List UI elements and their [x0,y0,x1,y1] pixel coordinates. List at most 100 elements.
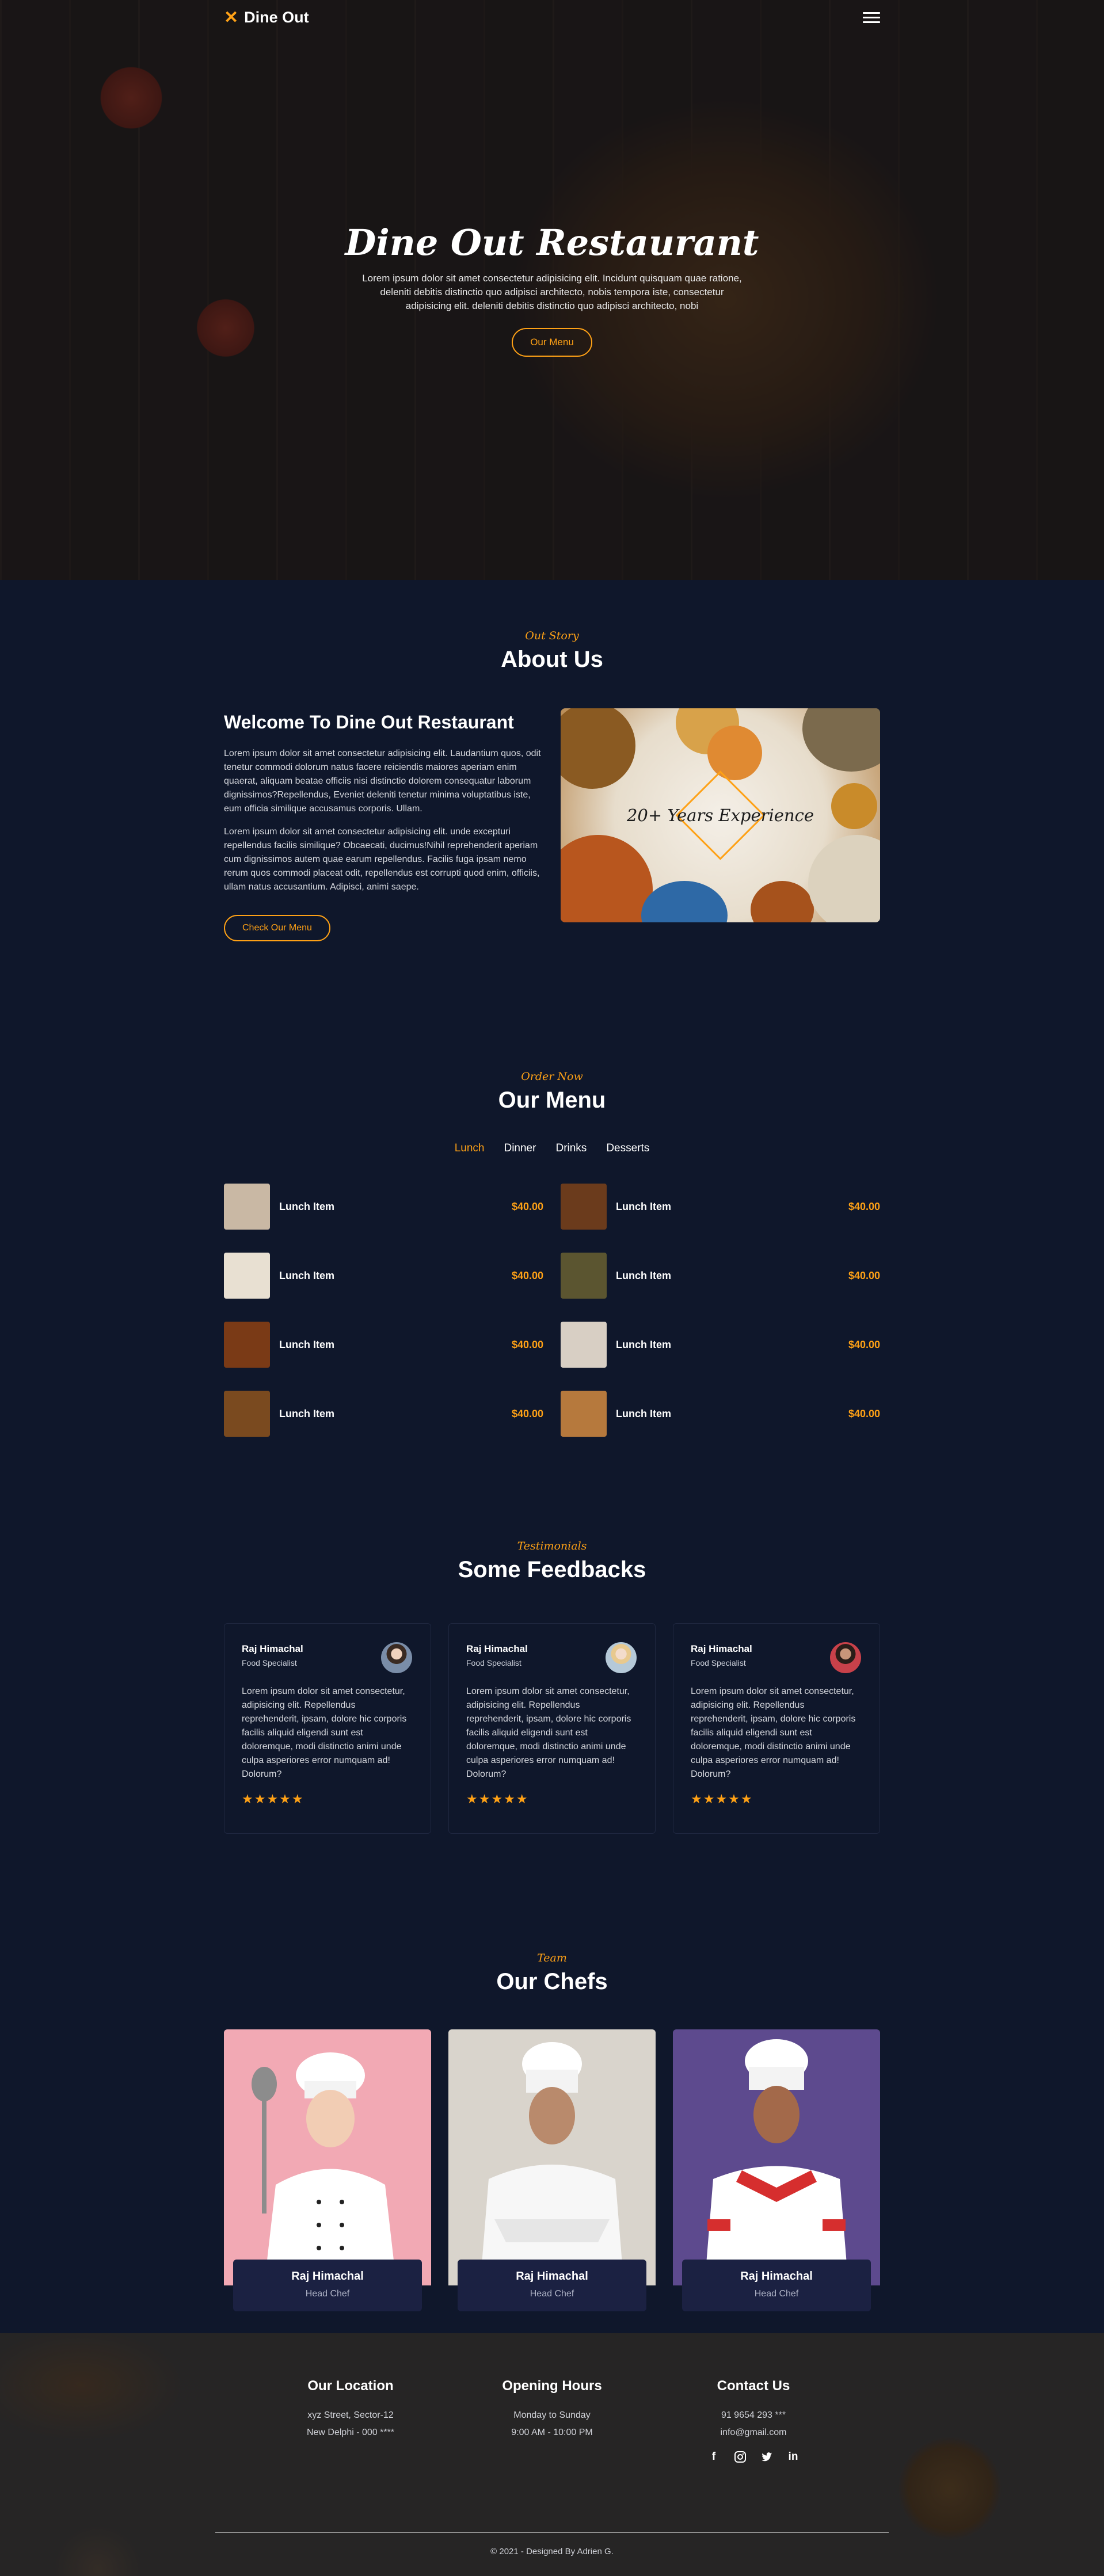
location-title: Our Location [307,2378,394,2394]
menu-item-name: Lunch Item [279,1269,335,1281]
contact-title: Contact Us [717,2378,790,2394]
chef-card: Raj Himachal Head Chef [224,2029,431,2311]
check-menu-button[interactable]: Check Our Menu [224,915,330,941]
experience-badge: 20+ Years Experience [626,770,814,860]
chef-name: Raj Himachal [740,2270,813,2283]
menu-item-image [561,1253,607,1299]
experience-text: 20+ Years Experience [626,806,814,825]
chef-name: Raj Himachal [516,2270,588,2283]
brand-name: Dine Out [244,8,309,26]
chef-name: Raj Himachal [291,2270,364,2283]
menu-title: Our Menu [498,1087,606,1113]
tab-dinner[interactable]: Dinner [504,1142,536,1155]
menu-item[interactable]: Lunch Item $40.00 [561,1322,880,1368]
footer-contact: Contact Us 91 9654 293 *** info@gmail.co… [667,2378,840,2463]
about-title: About Us [501,647,603,672]
footer: Our Location xyz Street, Sector-12 New D… [0,2333,1104,2576]
testimonials-section: Testimonials Some Feedbacks Raj Himachal… [0,1493,1104,1905]
chef-card: Raj Himachal Head Chef [673,2029,880,2311]
menu-item-image [224,1253,270,1299]
footer-divider [215,2532,889,2533]
hero-subtitle: Lorem ipsum dolor sit amet consectetur a… [362,273,742,311]
chef-role: Head Chef [530,2289,574,2299]
testimonial-card: Raj Himachal Food Specialist Lorem ipsum… [448,1623,656,1834]
social-links: f in [667,2451,840,2463]
menu-item-name: Lunch Item [616,1200,672,1212]
menu-item[interactable]: Lunch Item $40.00 [224,1322,543,1368]
menu-item-image [561,1322,607,1368]
avatar [381,1642,412,1673]
menu-item-name: Lunch Item [616,1338,672,1350]
menu-item-image [224,1322,270,1368]
testimonials-label: Testimonials [517,1540,587,1552]
menu-item-price: $40.00 [511,1338,543,1350]
menu-item-name: Lunch Item [279,1407,335,1419]
avatar [606,1642,637,1673]
chef-role: Head Chef [754,2289,799,2299]
chef-role: Head Chef [305,2289,350,2299]
copyright-text: © 2021 - Designed By Adrien G. [490,2547,614,2556]
rating-stars: ★★★★★ [242,1792,304,1806]
review-text: Lorem ipsum dolor sit amet consectetur, … [691,1686,856,1779]
utensils-icon: ✕ [224,7,239,27]
menu-item-price: $40.00 [848,1200,880,1212]
menu-item-price: $40.00 [848,1407,880,1419]
testimonials-title: Some Feedbacks [458,1557,646,1582]
menu-item[interactable]: Lunch Item $40.00 [224,1391,543,1437]
facebook-icon[interactable]: f [707,2451,720,2463]
menu-item-price: $40.00 [848,1338,880,1350]
about-heading: Welcome To Dine Out Restaurant [224,712,514,732]
review-text: Lorem ipsum dolor sit amet consectetur, … [242,1686,407,1779]
menu-item-name: Lunch Item [616,1407,672,1419]
menu-item[interactable]: Lunch Item $40.00 [224,1184,543,1230]
chefs-title: Our Chefs [496,1969,608,1994]
instagram-icon[interactable] [734,2451,747,2463]
menu-item[interactable]: Lunch Item $40.00 [561,1184,880,1230]
our-menu-button[interactable]: Our Menu [512,328,592,357]
twitter-icon[interactable] [760,2451,773,2463]
menu-item[interactable]: Lunch Item $40.00 [224,1253,543,1299]
hours-title: Opening Hours [502,2378,602,2394]
menu-item-name: Lunch Item [279,1338,335,1350]
menu-item-image [561,1391,607,1437]
chefs-section: Team Our Chefs Raj Himachal Head Chef Ra… [0,1905,1104,2333]
hero-section: ✕ Dine Out Dine Out Restaurant Lorem ips… [0,0,1104,580]
hero-content: Dine Out Restaurant Lorem ipsum dolor si… [224,222,880,357]
menu-item[interactable]: Lunch Item $40.00 [561,1253,880,1299]
chef-info: Raj Himachal Head Chef [458,2260,646,2311]
menu-tabs: Lunch Dinner Drinks Desserts [224,1142,880,1155]
rating-stars: ★★★★★ [691,1792,753,1806]
chef-info: Raj Himachal Head Chef [233,2260,422,2311]
menu-list: Lunch Item $40.00 Lunch Item $40.00 Lunc… [224,1184,880,1437]
hours-time: 9:00 AM - 10:00 PM [511,2428,593,2437]
about-section: Out Story About Us Welcome To Dine Out R… [0,580,1104,1023]
contact-email[interactable]: info@gmail.com [667,2424,840,2441]
footer-location: Our Location xyz Street, Sector-12 New D… [264,2378,437,2463]
contact-phone[interactable]: 91 9654 293 *** [667,2407,840,2424]
chef-info: Raj Himachal Head Chef [682,2260,871,2311]
menu-section: Order Now Our Menu Lunch Dinner Drinks D… [0,1023,1104,1493]
avatar [830,1642,861,1673]
navbar: ✕ Dine Out [224,0,880,35]
tab-desserts[interactable]: Desserts [606,1142,649,1155]
menu-label: Order Now [521,1070,583,1083]
tab-lunch[interactable]: Lunch [455,1142,485,1155]
chef-photo [224,2029,431,2285]
tab-drinks[interactable]: Drinks [555,1142,587,1155]
review-text: Lorem ipsum dolor sit amet consectetur, … [466,1686,631,1779]
linkedin-icon[interactable]: in [787,2451,800,2463]
menu-item[interactable]: Lunch Item $40.00 [561,1391,880,1437]
chefs-label: Team [537,1952,567,1964]
location-city: New Delphi - 000 **** [306,2428,395,2437]
menu-item-name: Lunch Item [616,1269,672,1281]
brand-logo[interactable]: ✕ Dine Out [224,7,309,28]
menu-item-image [224,1184,270,1230]
menu-item-image [224,1391,270,1437]
about-paragraph-1: Lorem ipsum dolor sit amet consectetur a… [224,749,541,814]
chef-photo [448,2029,656,2285]
menu-item-price: $40.00 [511,1407,543,1419]
menu-item-price: $40.00 [848,1269,880,1281]
hamburger-menu-icon[interactable] [863,12,880,23]
hero-title: Dine Out Restaurant [345,222,759,264]
about-label: Out Story [525,629,579,642]
